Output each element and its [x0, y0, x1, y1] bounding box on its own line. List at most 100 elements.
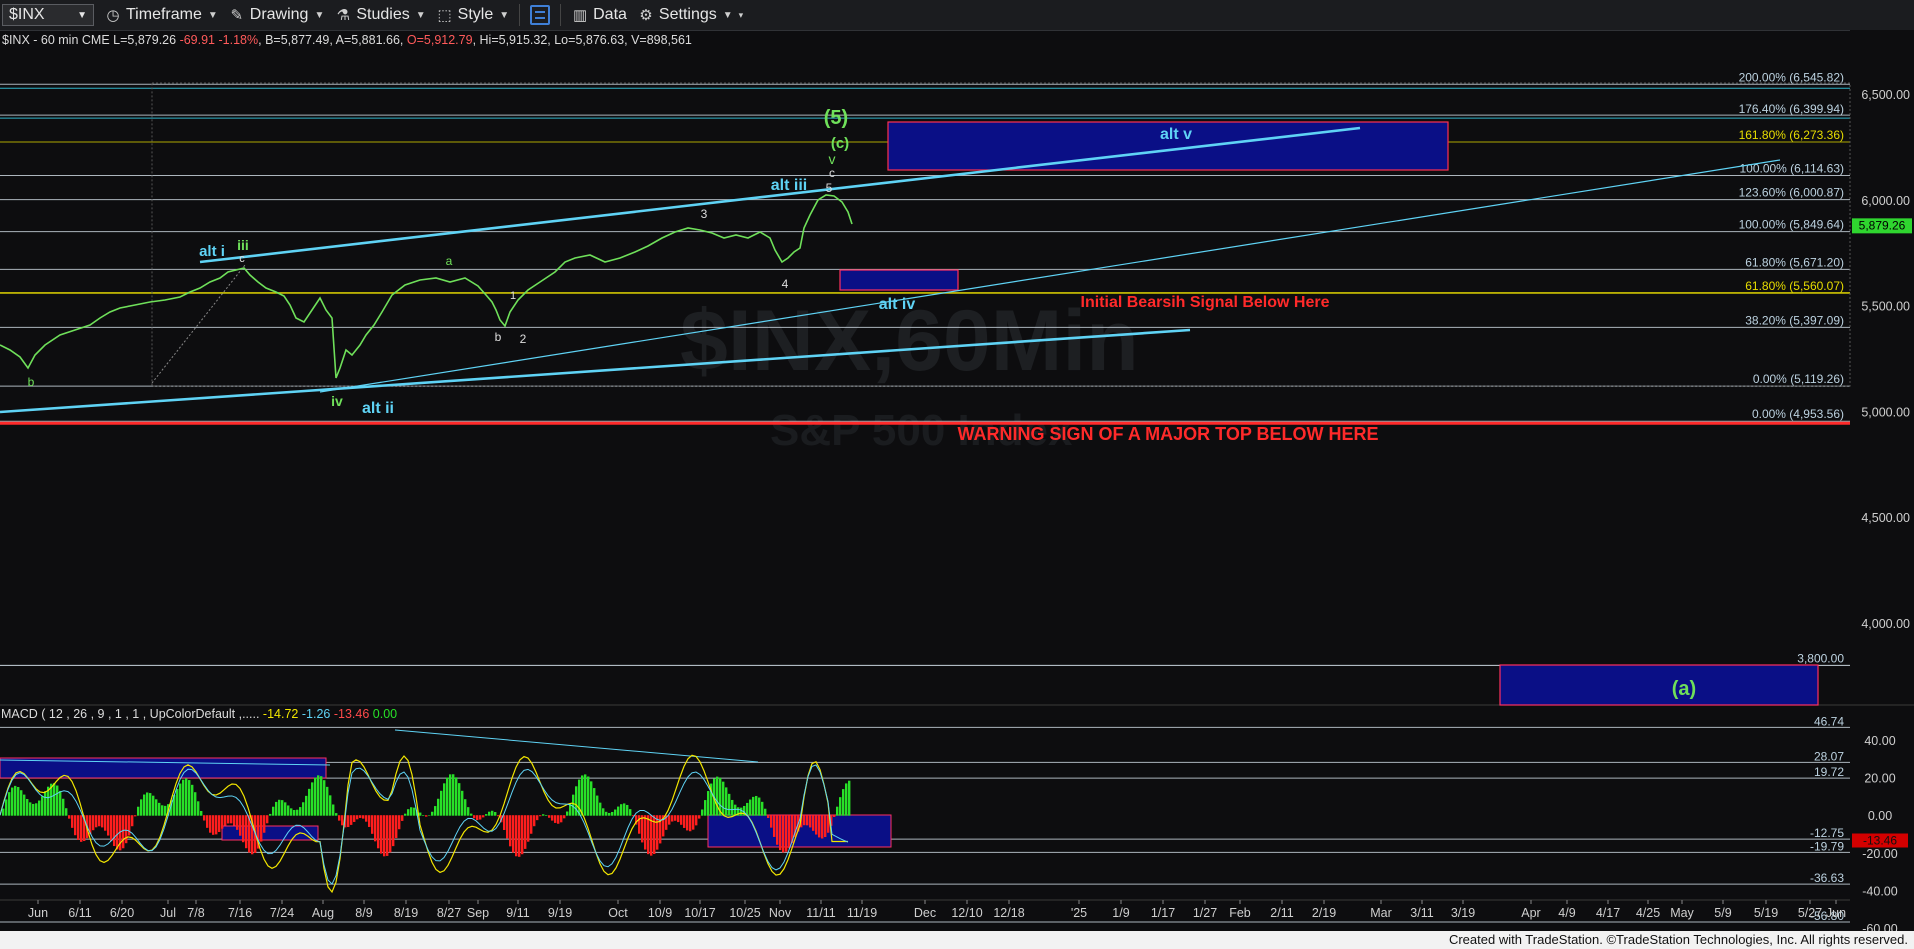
trendline-lower	[0, 328, 1191, 414]
macd-last-marker	[1852, 833, 1908, 848]
data-menu[interactable]: ▥ Data	[571, 6, 627, 24]
macd-histogram-bar	[206, 815, 209, 828]
fib-level-label: 38.20% (5,397.09)	[1745, 313, 1844, 327]
macd-histogram-bar	[26, 798, 29, 816]
chevron-down-icon: ▼	[314, 9, 325, 21]
macd-histogram-bar	[767, 815, 770, 818]
macd-histogram-bar	[170, 800, 173, 816]
low-price: Lo=5,876.63	[554, 33, 625, 47]
macd-histogram-bar	[77, 815, 80, 840]
macd-histogram-bar	[92, 815, 95, 831]
macd-histogram-bar	[716, 776, 719, 816]
macd-histogram-bar	[203, 815, 206, 821]
macd-histogram-bar	[722, 781, 725, 816]
macd-histogram-bar	[179, 783, 182, 816]
macd-histogram-bar	[356, 815, 359, 820]
style-menu[interactable]: ⬚ Style ▼	[436, 6, 510, 24]
macd-axis-tick: -20.00	[1862, 847, 1897, 861]
x-axis-tick: 4/9	[1558, 906, 1575, 920]
macd-trendline	[0, 759, 331, 766]
x-axis-tick: 10/25	[729, 906, 760, 920]
price-axis-panel	[1850, 30, 1914, 706]
a-target-box	[1499, 664, 1819, 706]
macd-histogram-bar	[572, 794, 575, 816]
price-change-pct: -1.18%	[218, 33, 259, 47]
fib-level-label: 123.60% (6,000.87)	[1739, 186, 1844, 200]
macd-histogram-bar	[836, 806, 839, 816]
macd-histogram-bar	[740, 807, 743, 816]
x-axis-tick: 9/11	[506, 906, 529, 920]
last-price-marker	[1852, 218, 1912, 234]
timeframe-menu[interactable]: ◷ Timeframe ▼	[104, 6, 217, 24]
chevron-down-icon: ▼	[499, 9, 510, 21]
macd-histogram-bar	[488, 811, 491, 816]
fib-level-label: 176.40% (6,399.94)	[1739, 102, 1844, 116]
macd-histogram-bar	[272, 806, 275, 816]
macd-label: MACD ( 12 , 26 , 9 , 1 , 1 , UpColorDefa…	[1, 707, 260, 721]
bid-price: B=5,877.49	[265, 33, 330, 47]
style-label: Style	[457, 6, 494, 23]
x-axis-tick: 12/10	[951, 906, 982, 920]
macd-histogram-bar	[500, 815, 503, 823]
macd-histogram-bar	[260, 815, 263, 842]
macd-histogram-bar	[725, 787, 728, 816]
x-axis-tick: 9/19	[548, 906, 572, 920]
macd-histogram-bar	[236, 815, 239, 830]
macd-histogram-bar	[542, 814, 545, 816]
x-axis-tick: 1/27	[1193, 906, 1217, 920]
price-axis-tick: 4,500.00	[1861, 511, 1910, 525]
settings-menu[interactable]: ⚙ Settings ▼ ▾	[637, 6, 743, 24]
trendline-upper	[199, 126, 1361, 264]
macd-histogram-bar	[521, 815, 524, 855]
macd-histogram-bar	[653, 815, 656, 855]
macd-histogram-bar	[38, 800, 41, 816]
chevron-down-icon[interactable]: ▼	[77, 10, 87, 21]
macd-ref-label: 19.72	[1814, 765, 1844, 779]
trendline-channel	[319, 159, 1781, 393]
macd-axis-tick: 40.00	[1864, 734, 1895, 748]
price-chart[interactable]: $INX,60Min S&P 500 Index 6,500.00 6,000.00 5…	[0, 0, 1914, 949]
macd-histogram-bar	[284, 802, 287, 816]
macd-histogram-bar	[602, 808, 605, 816]
macd-histogram-bar	[293, 810, 296, 816]
studies-menu[interactable]: ⚗ Studies ▼	[334, 6, 426, 24]
wave-label: alt iii	[771, 177, 807, 194]
macd-histogram-bar	[818, 815, 821, 838]
tradestation-window: $INX ▼ ◷ Timeframe ▼ ✎ Drawing ▼ ⚗ Studi…	[0, 0, 1914, 949]
macd-histogram-bar	[809, 815, 812, 828]
x-axis-tick: 7/8	[187, 906, 204, 920]
x-axis-tick: 1/17	[1151, 906, 1175, 920]
macd-histogram-bar	[140, 799, 143, 816]
macd-histogram-bar	[773, 815, 776, 837]
macd-histogram-bar	[833, 815, 836, 817]
macd-histogram-bar	[803, 815, 806, 826]
macd-histogram-bar	[257, 815, 260, 849]
macd-histogram-bar	[578, 779, 581, 816]
macd-histogram-bar	[545, 814, 548, 816]
macd-value: -14.72	[262, 707, 299, 721]
layout-icon[interactable]	[530, 5, 551, 25]
clock-icon: ◷	[106, 7, 120, 24]
macd-histogram-bar	[53, 783, 56, 816]
wave-label: alt v	[1160, 126, 1192, 143]
footer-copyright: Created with TradeStation. ©TradeStation…	[1448, 932, 1908, 947]
macd-histogram-bar	[248, 815, 251, 853]
x-axis-tick: Apr	[1521, 906, 1540, 920]
symbol-input[interactable]: $INX ▼	[2, 4, 94, 26]
macd-histogram-bar	[374, 815, 377, 842]
wave-label: a	[446, 254, 453, 268]
macd-ref-label: -19.79	[1810, 839, 1844, 853]
macd-histogram-bar	[227, 815, 230, 824]
macd-histogram-bar	[590, 781, 593, 816]
macd-histogram-bar	[647, 815, 650, 855]
macd-histogram-bar	[74, 815, 77, 836]
wave-label: (5)	[824, 107, 848, 129]
macd-histogram-bar	[677, 815, 680, 823]
macd-histogram-bar	[632, 815, 635, 817]
macd-histogram-bar	[404, 813, 407, 816]
drawing-menu[interactable]: ✎ Drawing ▼	[228, 6, 325, 24]
macd-histogram-bar	[326, 786, 329, 816]
macd-histogram-bar	[392, 815, 395, 847]
macd-histogram-bar	[437, 798, 440, 816]
wave-label: 5	[826, 181, 833, 195]
